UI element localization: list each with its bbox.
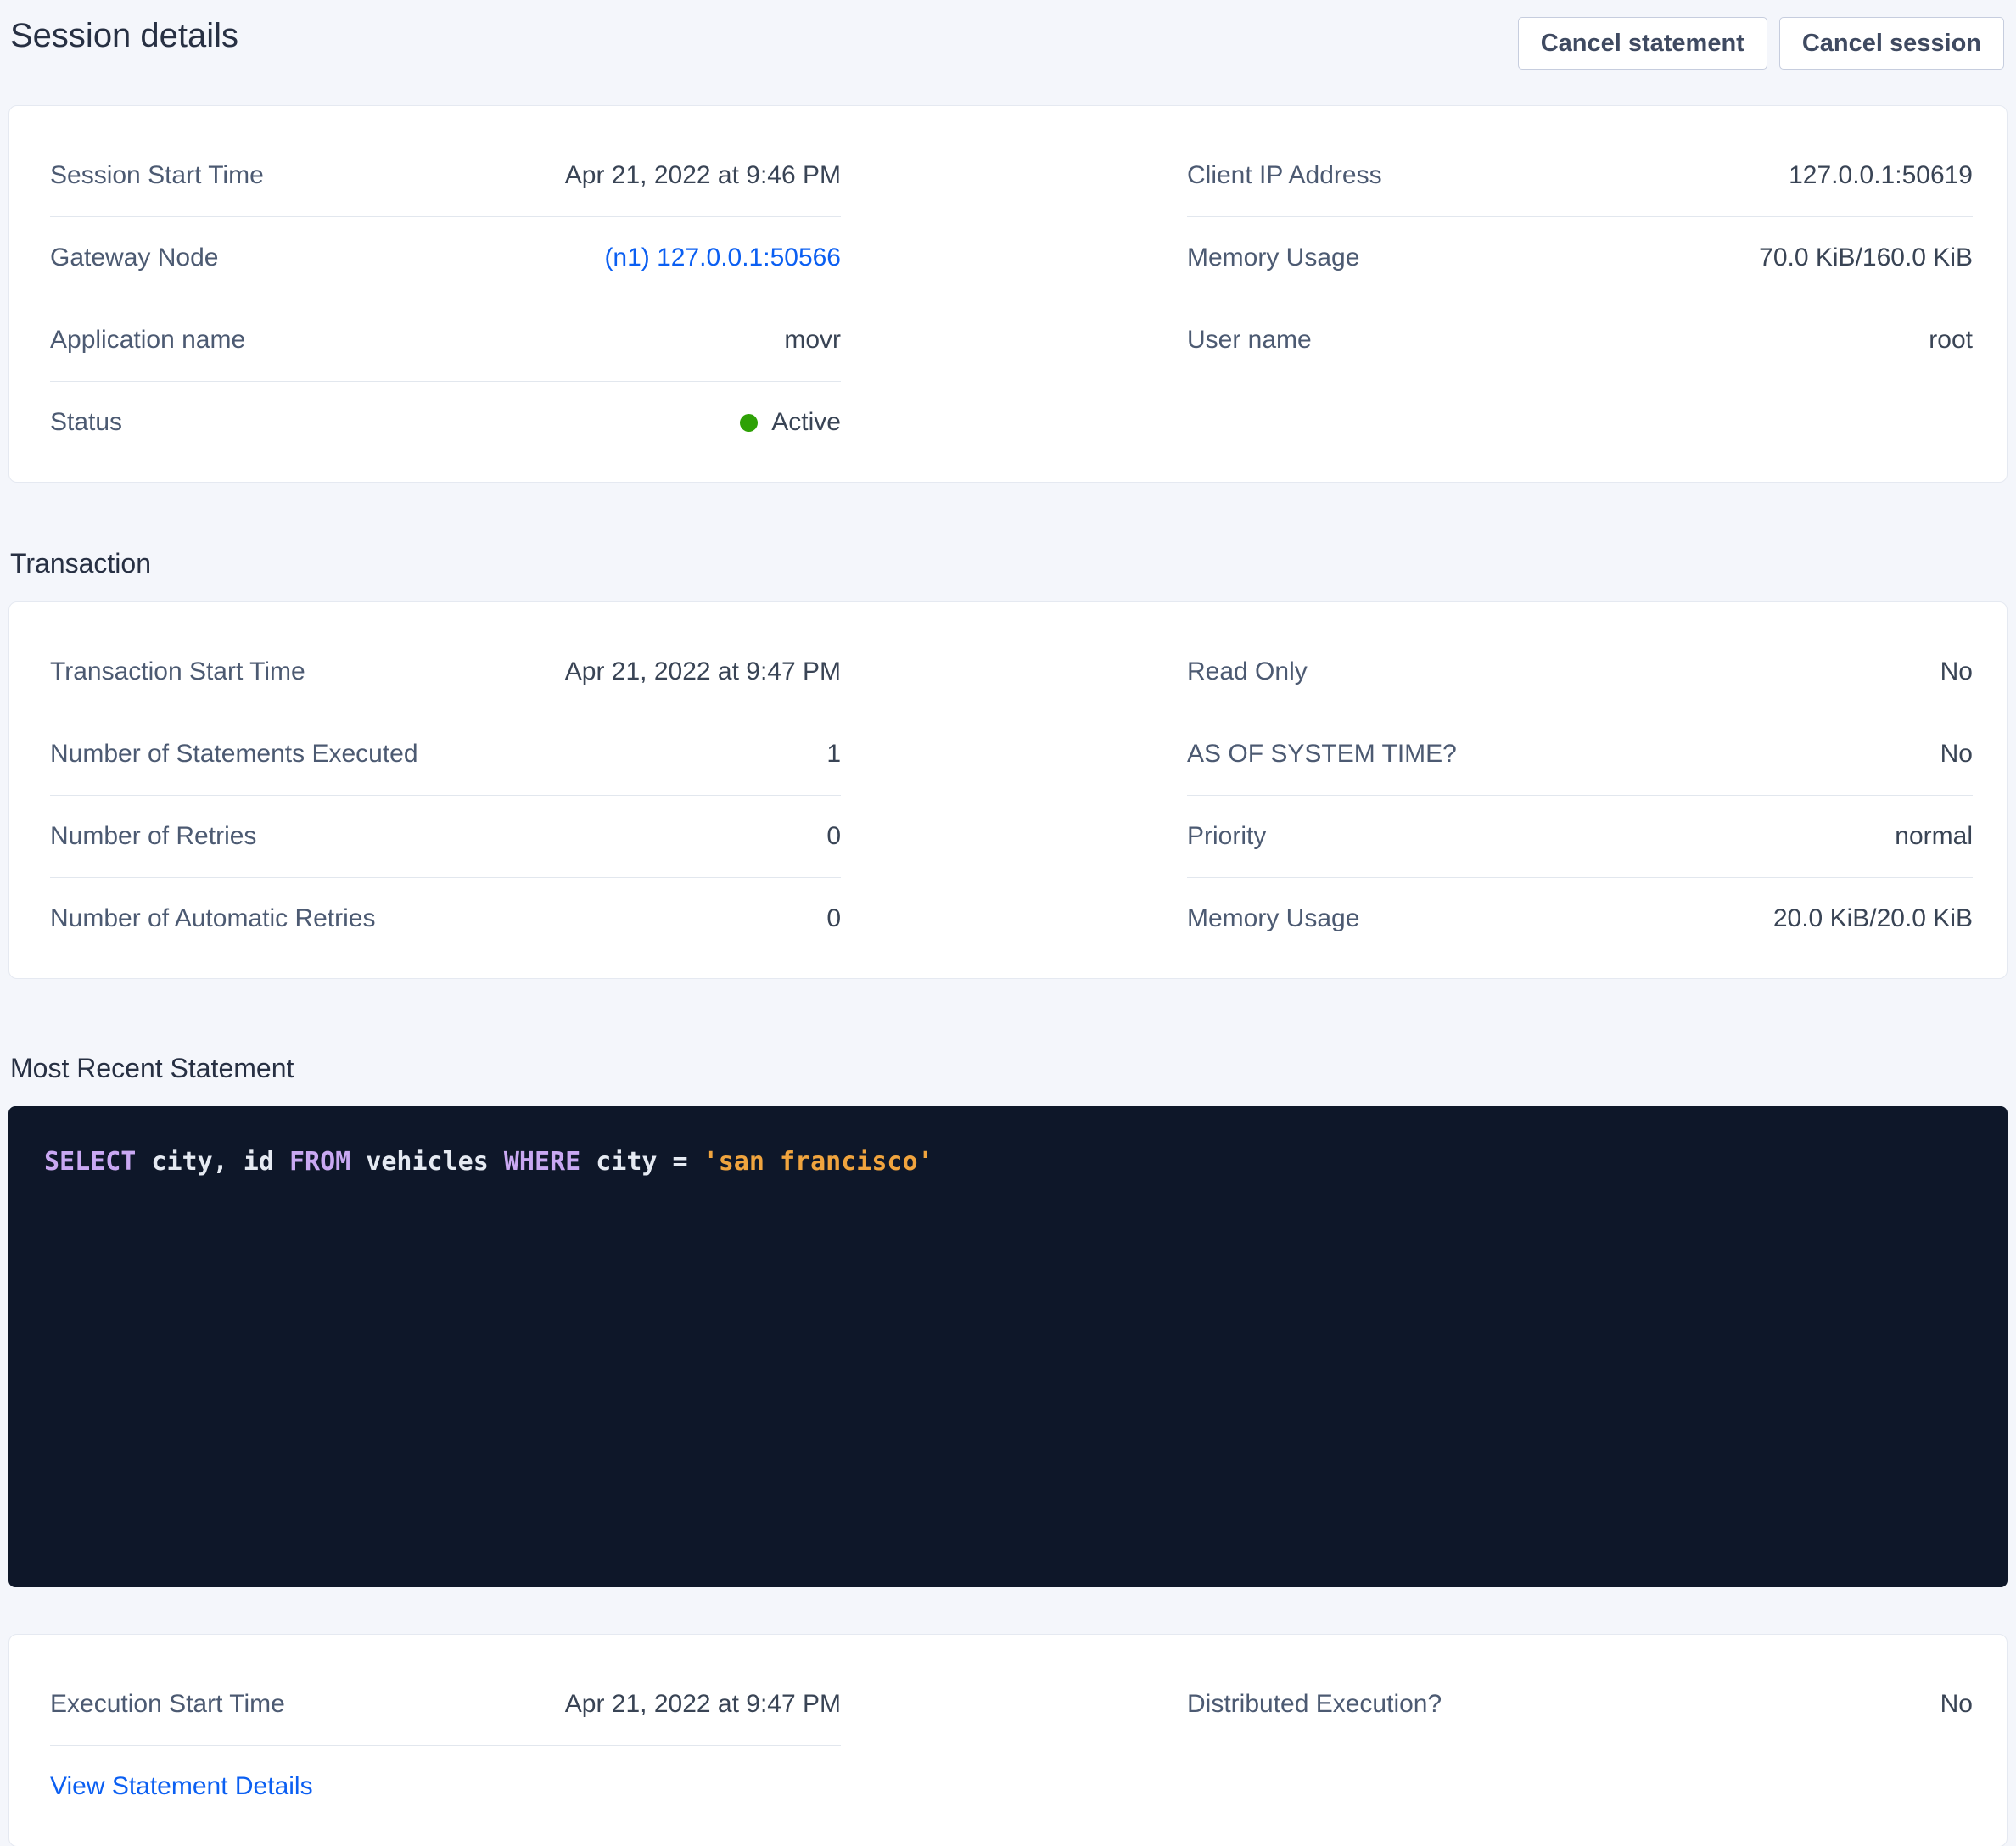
transaction-start-time-row: Transaction Start Time Apr 21, 2022 at 9…: [50, 631, 841, 713]
application-name-row: Application name movr: [50, 299, 841, 382]
status-active-dot-icon: [740, 414, 758, 432]
cancel-statement-button[interactable]: Cancel statement: [1518, 17, 1767, 70]
row-label: Priority: [1187, 822, 1266, 851]
view-statement-details-link[interactable]: View Statement Details: [50, 1772, 313, 1800]
row-label: Client IP Address: [1187, 161, 1382, 190]
row-label: Execution Start Time: [50, 1690, 285, 1719]
row-label: AS OF SYSTEM TIME?: [1187, 740, 1457, 769]
sql-text: city =: [580, 1147, 703, 1177]
read-only-row: Read Only No: [1187, 631, 1973, 713]
row-value: No: [1940, 1690, 1973, 1719]
sql-string-literal: 'san francisco': [703, 1147, 933, 1177]
row-label: Number of Statements Executed: [50, 740, 418, 769]
session-right-column: Client IP Address 127.0.0.1:50619 Memory…: [1187, 135, 1973, 463]
view-statement-details-row: View Statement Details: [50, 1746, 841, 1827]
sql-text: city, id: [136, 1147, 289, 1177]
row-label: Memory Usage: [1187, 904, 1359, 933]
gateway-node-row: Gateway Node (n1) 127.0.0.1:50566: [50, 217, 841, 299]
row-value: movr: [784, 326, 841, 355]
row-label: Distributed Execution?: [1187, 1690, 1442, 1719]
most-recent-statement-heading: Most Recent Statement: [10, 1051, 2016, 1085]
session-left-column: Session Start Time Apr 21, 2022 at 9:46 …: [50, 135, 841, 463]
row-label: Gateway Node: [50, 243, 218, 272]
transaction-left-column: Transaction Start Time Apr 21, 2022 at 9…: [50, 631, 841, 959]
execution-start-time-row: Execution Start Time Apr 21, 2022 at 9:4…: [50, 1664, 841, 1746]
row-label: Status: [50, 408, 122, 437]
transaction-card: Transaction Start Time Apr 21, 2022 at 9…: [8, 601, 2008, 979]
execution-left-column: Execution Start Time Apr 21, 2022 at 9:4…: [50, 1664, 841, 1827]
sql-keyword: FROM: [289, 1147, 350, 1177]
retries-row: Number of Retries 0: [50, 796, 841, 878]
page-header: Session details Cancel statement Cancel …: [0, 0, 2016, 70]
sql-keyword: SELECT: [44, 1147, 136, 1177]
page-title: Session details: [10, 12, 238, 59]
memory-usage-row: Memory Usage 70.0 KiB/160.0 KiB: [1187, 217, 1973, 299]
row-value: No: [1940, 657, 1973, 686]
header-actions: Cancel statement Cancel session: [1518, 12, 2004, 70]
row-label: Memory Usage: [1187, 243, 1359, 272]
row-label: Transaction Start Time: [50, 657, 305, 686]
row-value: 0: [826, 904, 841, 933]
session-start-time-row: Session Start Time Apr 21, 2022 at 9:46 …: [50, 135, 841, 217]
row-label: Number of Retries: [50, 822, 256, 851]
row-value: No: [1940, 740, 1973, 769]
row-label: Number of Automatic Retries: [50, 904, 375, 933]
row-label: Application name: [50, 326, 245, 355]
distributed-execution-row: Distributed Execution? No: [1187, 1664, 1973, 1745]
transaction-right-column: Read Only No AS OF SYSTEM TIME? No Prior…: [1187, 631, 1973, 959]
as-of-system-time-row: AS OF SYSTEM TIME? No: [1187, 713, 1973, 796]
row-value: Apr 21, 2022 at 9:46 PM: [565, 161, 841, 190]
row-value: Apr 21, 2022 at 9:47 PM: [565, 1690, 841, 1719]
row-value: 0: [826, 822, 841, 851]
row-label: Read Only: [1187, 657, 1308, 686]
sql-statement-box: SELECT city, id FROM vehicles WHERE city…: [8, 1106, 2008, 1587]
statements-executed-row: Number of Statements Executed 1: [50, 713, 841, 796]
status-badge: Active: [740, 408, 841, 437]
transaction-heading: Transaction: [10, 546, 2016, 580]
sql-text: vehicles: [350, 1147, 504, 1177]
execution-card: Execution Start Time Apr 21, 2022 at 9:4…: [8, 1634, 2008, 1846]
status-row: Status Active: [50, 382, 841, 463]
priority-row: Priority normal: [1187, 796, 1973, 878]
session-details-card: Session Start Time Apr 21, 2022 at 9:46 …: [8, 105, 2008, 483]
gateway-node-link[interactable]: (n1) 127.0.0.1:50566: [604, 243, 841, 272]
client-ip-row: Client IP Address 127.0.0.1:50619: [1187, 135, 1973, 217]
status-text: Active: [771, 408, 841, 437]
execution-right-column: Distributed Execution? No: [1187, 1664, 1973, 1827]
cancel-session-button[interactable]: Cancel session: [1779, 17, 2004, 70]
user-name-row: User name root: [1187, 299, 1973, 381]
row-value: Apr 21, 2022 at 9:47 PM: [565, 657, 841, 686]
row-value: 70.0 KiB/160.0 KiB: [1759, 243, 1973, 272]
sql-keyword: WHERE: [504, 1147, 580, 1177]
row-label: User name: [1187, 326, 1312, 355]
automatic-retries-row: Number of Automatic Retries 0: [50, 878, 841, 959]
row-value: 20.0 KiB/20.0 KiB: [1773, 904, 1973, 933]
txn-memory-usage-row: Memory Usage 20.0 KiB/20.0 KiB: [1187, 878, 1973, 959]
row-value: 127.0.0.1:50619: [1789, 161, 1973, 190]
row-value: 1: [826, 740, 841, 769]
row-value: normal: [1895, 822, 1973, 851]
row-label: Session Start Time: [50, 161, 264, 190]
row-value: root: [1929, 326, 1973, 355]
